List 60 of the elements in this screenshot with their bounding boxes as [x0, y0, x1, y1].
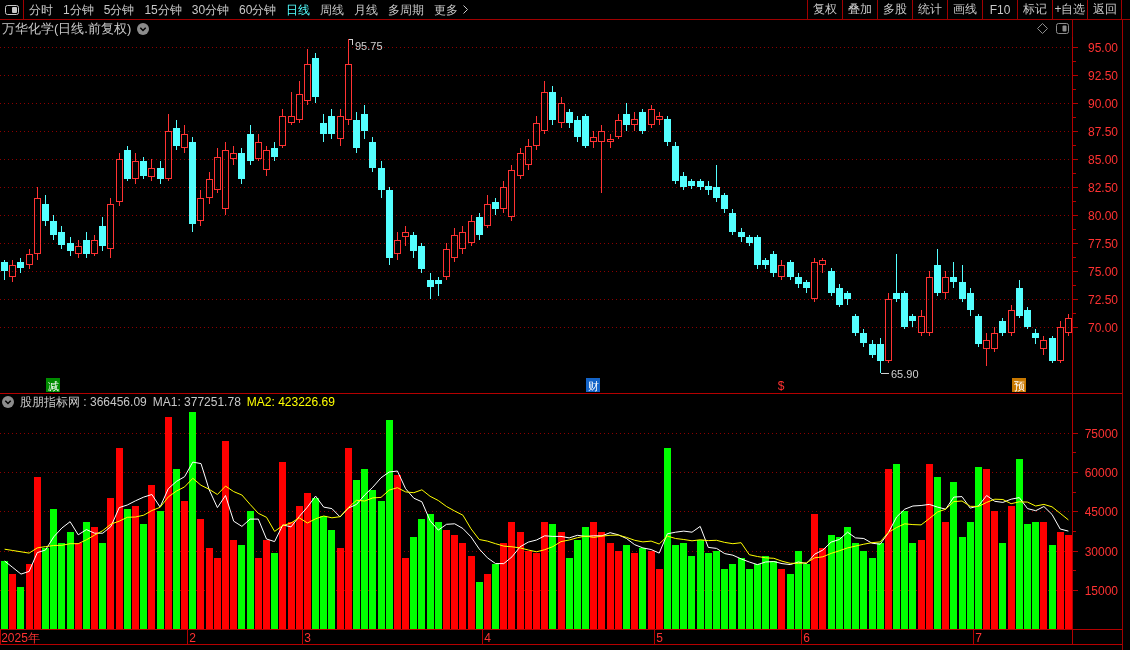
- period-tab[interactable]: 多周期: [383, 0, 430, 19]
- chevron-circle-icon[interactable]: [2, 396, 14, 408]
- price-callout: 65.90: [880, 368, 919, 380]
- period-tab[interactable]: 日线: [281, 0, 316, 19]
- date-label: 7: [975, 630, 982, 645]
- axis-label: 30000: [1084, 545, 1118, 559]
- period-tab[interactable]: 60分钟: [234, 0, 282, 19]
- period-tab[interactable]: 月线: [349, 0, 384, 19]
- date-label: 6: [803, 630, 810, 645]
- axis-label: 72.50: [1087, 293, 1118, 307]
- date-label: 3: [304, 630, 311, 645]
- panel-icon: [4, 4, 19, 15]
- indicator-readout: MA2: 423226.69: [246, 395, 335, 409]
- date-label: 2: [189, 630, 196, 645]
- axis-label: 15000: [1084, 584, 1118, 598]
- period-tab[interactable]: 5分钟: [98, 0, 140, 19]
- period-tab[interactable]: 更多: [429, 0, 474, 19]
- axis-label: 75.00: [1087, 265, 1118, 279]
- axis-label: 82.50: [1087, 181, 1118, 195]
- date-label: 5: [656, 630, 663, 645]
- period-tab[interactable]: 30分钟: [186, 0, 235, 19]
- panel-icon[interactable]: [1056, 23, 1069, 34]
- toolbar-button[interactable]: 画线: [947, 0, 982, 19]
- toolbar-button[interactable]: 统计: [912, 0, 947, 19]
- axis-label: 45000: [1084, 505, 1118, 519]
- axis-label: 80.00: [1087, 209, 1118, 223]
- indicator-readout: MA1: 377251.78: [152, 395, 241, 409]
- toolbar-button[interactable]: 复权: [807, 0, 842, 19]
- toolbar-button[interactable]: +自选: [1052, 0, 1087, 19]
- axis-label: 95.00: [1087, 41, 1118, 55]
- period-tab[interactable]: 周线: [315, 0, 350, 19]
- toolbar-button[interactable]: F10: [982, 0, 1017, 19]
- chart-title: 万华化学(日线.前复权): [2, 22, 132, 35]
- axis-label: 77.50: [1087, 237, 1118, 251]
- event-marker[interactable]: $: [777, 378, 785, 393]
- toolbar-button[interactable]: 返回: [1087, 0, 1122, 19]
- axis-label: 92.50: [1087, 69, 1118, 83]
- price-callout: 95.75: [348, 39, 383, 52]
- period-tab[interactable]: 分时: [24, 0, 58, 19]
- toolbar-button[interactable]: 叠加: [842, 0, 877, 19]
- event-badge[interactable]: 减: [46, 378, 60, 392]
- axis-label: 87.50: [1087, 125, 1118, 139]
- period-tab[interactable]: 1分钟: [58, 0, 99, 19]
- date-label: 2025年: [1, 630, 40, 645]
- axis-label: 85.00: [1087, 153, 1118, 167]
- axis-label: 60000: [1084, 466, 1118, 480]
- annotation: 65.90: [891, 368, 919, 380]
- chevron-circle-icon[interactable]: [137, 22, 150, 35]
- date-label: 4: [484, 630, 491, 645]
- event-badge[interactable]: 财: [586, 378, 600, 392]
- axis-label: 70.00: [1087, 321, 1118, 335]
- chevron-right-icon: [463, 5, 469, 14]
- annotation: 95.75: [355, 40, 383, 52]
- toolbar-button[interactable]: 标记: [1017, 0, 1052, 19]
- axis-label: 75000: [1084, 427, 1118, 441]
- diamond-icon[interactable]: [1037, 23, 1048, 34]
- period-tab[interactable]: 15分钟: [139, 0, 187, 19]
- indicator-readout: 股朋指标网 : 366456.09: [20, 395, 147, 409]
- toolbar-button[interactable]: 多股: [877, 0, 912, 19]
- axis-label: 90.00: [1087, 97, 1118, 111]
